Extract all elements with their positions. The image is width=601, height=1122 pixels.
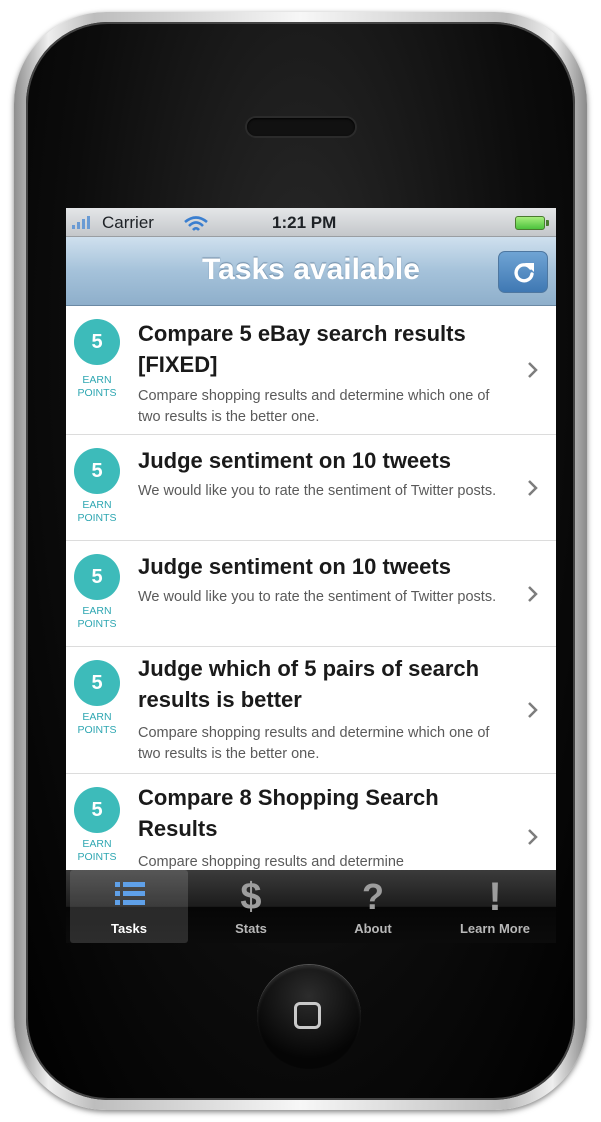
tab-label: About: [354, 921, 392, 936]
carrier-name: Carrier: [102, 213, 154, 232]
tab-tasks[interactable]: Tasks: [70, 870, 188, 943]
svg-text:?: ?: [362, 876, 384, 914]
task-row[interactable]: 5 EARN POINTS Judge sentiment on 10 tweet…: [66, 435, 556, 541]
tab-learn-more[interactable]: ! Learn More: [436, 870, 554, 943]
earn-points-label: EARN POINTS: [77, 374, 117, 399]
task-row[interactable]: 5 EARN POINTS Judge sentiment on 10 tweet…: [66, 541, 556, 647]
task-row[interactable]: 5 EARN POINTS Compare 5 eBay search resul…: [66, 306, 556, 435]
earn-points-label: EARN POINTS: [77, 605, 117, 630]
tab-label: Stats: [235, 921, 267, 936]
earn-points-label: EARN POINTS: [77, 838, 117, 863]
tab-label: Tasks: [111, 921, 147, 936]
task-title: Judge sentiment on 10 tweets: [138, 554, 451, 579]
task-title: Compare 8 Shopping Search Results: [138, 785, 439, 841]
refresh-button[interactable]: [498, 251, 548, 293]
dollar-icon: $: [240, 876, 261, 914]
points-badge: 5: [74, 787, 120, 833]
task-description: We would like you to rate the sentiment …: [138, 483, 497, 499]
points-badge: 5: [74, 660, 120, 706]
points-badge: 5: [74, 319, 120, 365]
battery-icon: [515, 216, 549, 230]
navigation-bar: Tasks available: [66, 237, 556, 306]
page-title: Tasks available: [202, 253, 420, 286]
tab-bar: Tasks $ Stats ? About ! Learn More: [66, 870, 556, 943]
tab-about[interactable]: ? About: [314, 870, 432, 943]
task-description: Compare shopping results and determine w…: [138, 388, 490, 425]
home-button[interactable]: [257, 965, 361, 1069]
exclamation-icon: !: [488, 875, 501, 914]
task-description: Compare shopping results and determine: [138, 854, 404, 870]
chevron-right-icon: [528, 480, 538, 496]
earn-points-label: EARN POINTS: [77, 499, 117, 524]
tab-label: Learn More: [459, 921, 531, 936]
home-square-icon: [294, 1002, 321, 1029]
task-row[interactable]: 5 EARN POINTS Compare 8 Shopping Search R…: [66, 774, 556, 870]
task-description: We would like you to rate the sentiment …: [138, 589, 497, 605]
chevron-right-icon: [528, 702, 538, 718]
task-description: Compare shopping results and determine w…: [138, 725, 490, 762]
points-badge: 5: [74, 554, 120, 600]
task-row[interactable]: 5 EARN POINTS Judge which of 5 pairs of s…: [66, 647, 556, 774]
signal-strength-icon: [72, 216, 94, 229]
points-badge: 5: [74, 448, 120, 494]
question-icon: ?: [362, 876, 384, 914]
task-list[interactable]: 5 EARN POINTS Compare 5 eBay search resul…: [66, 306, 556, 870]
list-icon: [115, 882, 145, 905]
status-bar: Carrier 1:21 PM: [66, 208, 556, 237]
tab-stats[interactable]: $ Stats: [192, 870, 310, 943]
task-title: Judge which of 5 pairs of search results…: [138, 656, 480, 712]
chevron-right-icon: [528, 362, 538, 378]
task-title: Compare 5 eBay search results [FIXED]: [138, 321, 466, 377]
chevron-right-icon: [528, 586, 538, 602]
svg-text:$: $: [240, 876, 261, 914]
earpiece-speaker: [247, 118, 355, 136]
svg-text:!: !: [488, 875, 501, 914]
task-title: Judge sentiment on 10 tweets: [138, 448, 451, 473]
refresh-icon: [514, 263, 534, 283]
earn-points-label: EARN POINTS: [77, 711, 117, 736]
app-screen: Carrier 1:21 PM Tasks available 5 EARN PO…: [66, 208, 556, 943]
clock-time: 1:21 PM: [272, 213, 337, 232]
chevron-right-icon: [528, 829, 538, 845]
wifi-icon: [184, 216, 208, 231]
